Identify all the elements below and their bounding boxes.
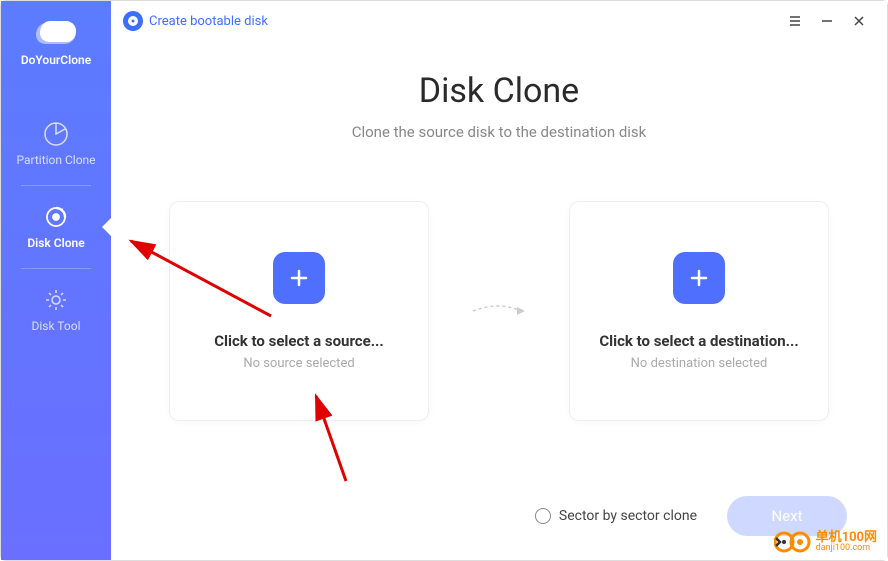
- add-source-button[interactable]: [273, 252, 325, 304]
- footer: Sector by sector clone Next: [535, 496, 847, 536]
- sidebar: DoYourClone Partition Clone Disk Clone D…: [1, 1, 111, 560]
- next-button[interactable]: Next: [727, 496, 847, 536]
- close-button[interactable]: [843, 5, 875, 37]
- arrow-icon: [469, 296, 529, 326]
- destination-card[interactable]: Click to select a destination... No dest…: [569, 201, 829, 421]
- cards-row: Click to select a source... No source se…: [169, 201, 829, 421]
- disk-clone-icon: [43, 204, 69, 230]
- page-title: Disk Clone: [419, 71, 579, 111]
- plus-icon: [288, 267, 310, 289]
- sector-by-sector-option[interactable]: Sector by sector clone: [535, 508, 697, 524]
- brand-name: DoYourClone: [21, 53, 91, 67]
- gear-icon: [43, 287, 69, 313]
- divider: [21, 185, 91, 186]
- nav-label: Partition Clone: [16, 153, 95, 167]
- disc-icon: [123, 11, 143, 31]
- source-card[interactable]: Click to select a source... No source se…: [169, 201, 429, 421]
- sidebar-item-partition-clone[interactable]: Partition Clone: [1, 107, 111, 181]
- radio-icon: [535, 508, 551, 524]
- divider: [21, 268, 91, 269]
- sector-label: Sector by sector clone: [559, 508, 697, 524]
- bootable-link-label: Create bootable disk: [149, 14, 268, 29]
- sidebar-item-disk-tool[interactable]: Disk Tool: [1, 273, 111, 347]
- main-area: Create bootable disk Disk Clone Clone th…: [111, 1, 887, 560]
- page-subtitle: Clone the source disk to the destination…: [352, 123, 647, 141]
- pie-icon: [43, 121, 69, 147]
- minimize-button[interactable]: [811, 5, 843, 37]
- topbar: Create bootable disk: [111, 1, 887, 41]
- add-destination-button[interactable]: [673, 252, 725, 304]
- logo-icon: [36, 19, 76, 45]
- sidebar-item-disk-clone[interactable]: Disk Clone: [1, 190, 111, 264]
- source-card-subtitle: No source selected: [243, 356, 354, 371]
- dest-card-title: Click to select a destination...: [599, 332, 798, 350]
- create-bootable-disk-link[interactable]: Create bootable disk: [123, 11, 268, 31]
- dest-card-subtitle: No destination selected: [631, 356, 768, 371]
- brand-logo: DoYourClone: [21, 19, 91, 67]
- source-card-title: Click to select a source...: [214, 332, 384, 350]
- plus-icon: [688, 267, 710, 289]
- menu-button[interactable]: [779, 5, 811, 37]
- nav-label: Disk Tool: [32, 319, 81, 333]
- nav-label: Disk Clone: [27, 236, 84, 250]
- content: Disk Clone Clone the source disk to the …: [111, 41, 887, 560]
